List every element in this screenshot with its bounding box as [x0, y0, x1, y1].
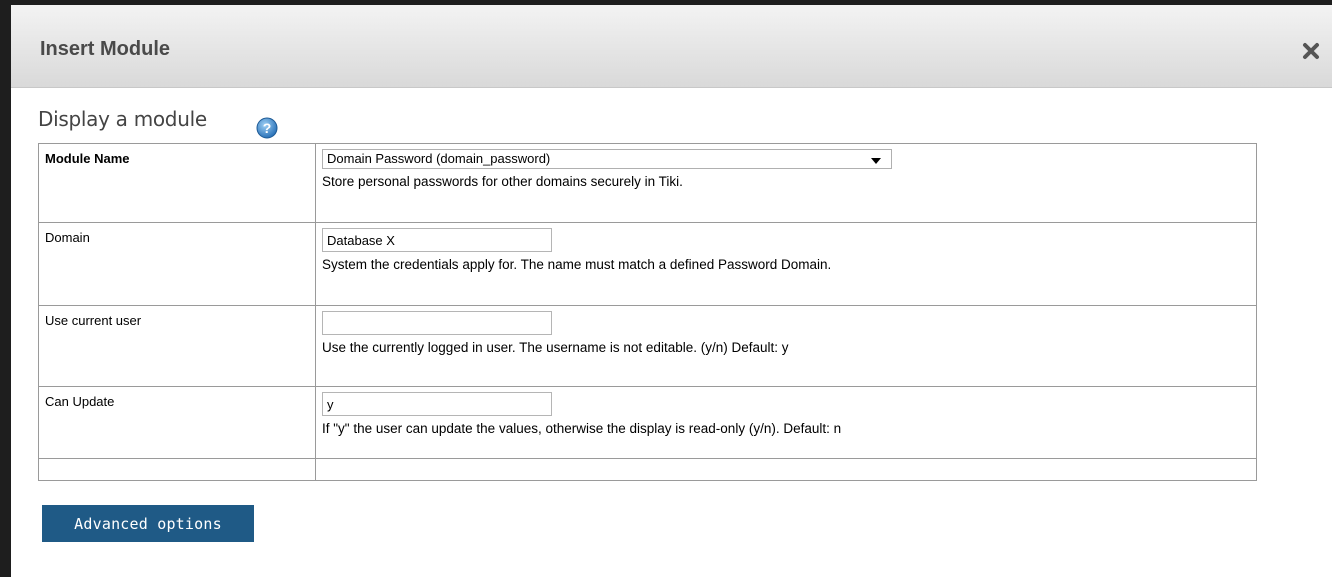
dialog-titlebar[interactable]: Insert Module	[11, 5, 1332, 88]
param-row-empty	[38, 458, 1257, 481]
module-name-description: Store personal passwords for other domai…	[322, 174, 683, 189]
chevron-down-icon	[871, 158, 881, 164]
domain-description: System the credentials apply for. The na…	[322, 257, 832, 272]
param-row-module-name: Module Name Domain Password (domain_pass…	[38, 143, 1257, 223]
can-update-input[interactable]	[322, 392, 552, 416]
use-current-user-description: Use the currently logged in user. The us…	[322, 340, 789, 355]
param-row-can-update: Can Update If "y" the user can update th…	[38, 386, 1257, 459]
use-current-user-input[interactable]	[322, 311, 552, 335]
module-name-label: Module Name	[45, 151, 130, 166]
insert-module-dialog: Insert Module Display a module ? Module …	[11, 5, 1332, 577]
domain-label: Domain	[45, 230, 90, 245]
module-params-table: Module Name Domain Password (domain_pass…	[38, 143, 1257, 481]
close-icon[interactable]	[1299, 39, 1323, 63]
help-icon[interactable]: ?	[256, 117, 278, 139]
section-title: Display a module	[38, 107, 207, 131]
param-row-domain: Domain System the credentials apply for.…	[38, 222, 1257, 306]
dialog-title: Insert Module	[40, 38, 171, 60]
module-name-selected-value: Domain Password (domain_password)	[327, 151, 551, 166]
domain-input[interactable]	[322, 228, 552, 252]
can-update-label: Can Update	[45, 394, 115, 409]
param-row-use-current-user: Use current user Use the currently logge…	[38, 305, 1257, 387]
advanced-options-button[interactable]: Advanced options	[42, 505, 254, 542]
use-current-user-label: Use current user	[45, 313, 142, 328]
module-name-select[interactable]: Domain Password (domain_password)	[322, 149, 892, 169]
can-update-description: If "y" the user can update the values, o…	[322, 421, 842, 436]
help-question-icon: ?	[256, 117, 278, 139]
svg-text:?: ?	[263, 120, 272, 136]
close-x-icon	[1303, 43, 1319, 59]
